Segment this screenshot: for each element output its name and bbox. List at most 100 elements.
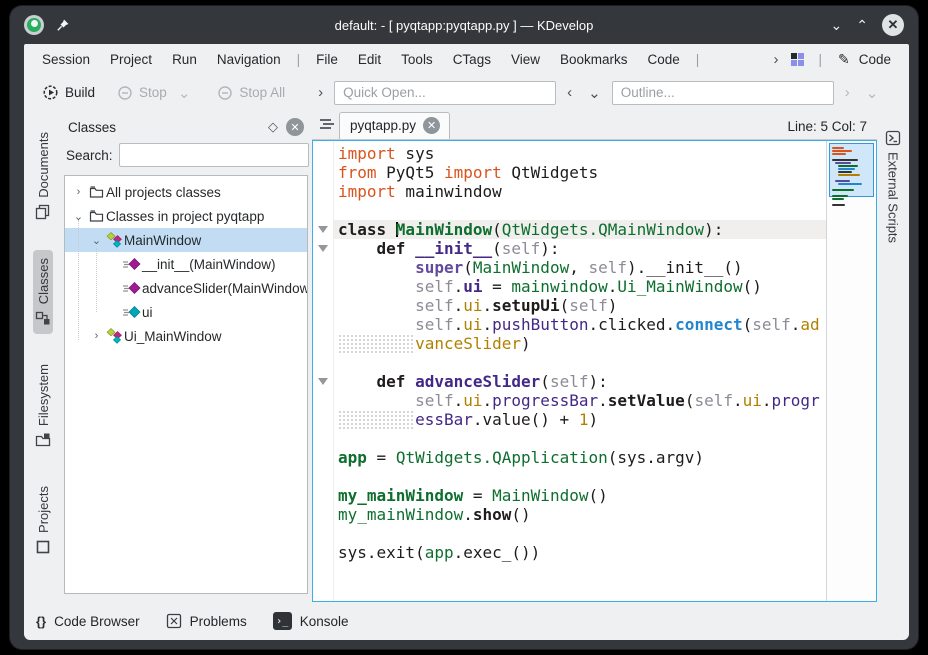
tree-item-ui-mainwindow[interactable]: ›Ui_MainWindow (65, 324, 307, 348)
sidebar-tab-projects[interactable]: Projects (33, 478, 53, 563)
tab-close-icon[interactable]: ✕ (423, 117, 440, 134)
menu-ctags[interactable]: CTags (443, 49, 501, 70)
build-button[interactable]: Build (34, 80, 103, 105)
tree-item-label: advanceSlider(MainWindow) (142, 281, 308, 296)
kdevelop-app-icon (24, 15, 44, 35)
tree-item-all-projects-classes[interactable]: ›All projects classes (65, 180, 307, 204)
code-line[interactable]: vanceSlider) (334, 334, 826, 353)
quick-open-back-chevron-icon[interactable]: ‹ (562, 84, 577, 101)
code-line[interactable] (334, 201, 826, 220)
code-token: import (338, 182, 396, 201)
stop-dropdown-chevron-icon[interactable]: ⌄ (173, 84, 196, 102)
code-line[interactable]: import mainwindow (334, 182, 826, 201)
menu-code-button[interactable]: ✎ Code (828, 48, 901, 71)
tree-expander-icon[interactable]: ⌄ (89, 234, 104, 247)
pin-icon[interactable] (56, 18, 70, 32)
menu-edit[interactable]: Edit (348, 49, 391, 70)
code-line-current[interactable]: class MainWindow(QtWidgets.QMainWindow): (334, 220, 826, 239)
toolview-button-problems[interactable]: Problems (166, 613, 247, 629)
menu-separator: | (690, 52, 706, 67)
menu-tools[interactable]: Tools (391, 49, 443, 70)
minimap-line (832, 195, 848, 197)
tree-item-mainwindow[interactable]: ⌄MainWindow (65, 228, 307, 252)
outline-input[interactable] (612, 81, 834, 105)
window-layout-grid-icon[interactable] (791, 53, 804, 66)
menu-project[interactable]: Project (100, 49, 162, 70)
sidebar-tab-classes[interactable]: Classes (33, 250, 53, 334)
fold-margin[interactable] (313, 141, 334, 601)
tree-item-advanceslider-mainwindow-[interactable]: advanceSlider(MainWindow) (65, 276, 307, 300)
code-line[interactable] (334, 467, 826, 486)
classes-search-input[interactable] (119, 143, 309, 167)
line-col-status: Line: 5 Col: 7 (787, 119, 873, 139)
code-line[interactable] (334, 429, 826, 448)
fold-cell (313, 163, 333, 182)
minimap-line (835, 162, 851, 164)
sidebar-tab-filesystem[interactable]: Filesystem (33, 356, 53, 456)
minimap[interactable] (826, 141, 876, 601)
code-line[interactable]: from PyQt5 import QtWidgets (334, 163, 826, 182)
code-token: show (473, 505, 512, 524)
code-line[interactable]: def advanceSlider(self): (334, 372, 826, 391)
code-line[interactable]: my_mainWindow = MainWindow() (334, 486, 826, 505)
menu-navigation[interactable]: Navigation (207, 49, 291, 70)
outline-forward-chevron-icon[interactable]: › (840, 84, 855, 101)
maximize-button[interactable]: ⌃ (856, 18, 868, 32)
code-line[interactable]: import sys (334, 144, 826, 163)
right-tab-external-scripts[interactable]: External Scripts (883, 122, 903, 251)
quick-open-down-chevron-icon[interactable]: ⌄ (583, 84, 606, 102)
fold-marker[interactable] (313, 239, 333, 258)
tree-expander-icon[interactable]: › (89, 330, 104, 342)
menu-view[interactable]: View (501, 49, 550, 70)
code-line[interactable]: self.ui = mainwindow.Ui_MainWindow() (334, 277, 826, 296)
tree-item-classes-in-project-pyqtapp[interactable]: ⌄Classes in project pyqtapp (65, 204, 307, 228)
sidebar-tab-documents[interactable]: Documents (33, 124, 53, 228)
stop-button[interactable]: Stop ⌄ (109, 80, 203, 106)
tree-item-ui[interactable]: ui (65, 300, 307, 324)
code-line[interactable] (334, 524, 826, 543)
code-line[interactable]: self.ui.setupUi(self) (334, 296, 826, 315)
code-line[interactable]: app = QtWidgets.QApplication(sys.argv) (334, 448, 826, 467)
code-token: . (791, 315, 801, 334)
menu-separator: | (291, 52, 307, 67)
tab-pyqtapp[interactable]: pyqtapp.py ✕ (339, 112, 450, 139)
menu-run[interactable]: Run (162, 49, 207, 70)
code-line[interactable]: self.ui.pushButton.clicked.connect(self.… (334, 315, 826, 334)
toolview-button-konsole[interactable]: ›_Konsole (273, 612, 349, 630)
code-line[interactable] (334, 353, 826, 372)
code-line[interactable]: my_mainWindow.show() (334, 505, 826, 524)
minimap-viewport[interactable] (829, 143, 874, 197)
close-button[interactable]: ✕ (882, 14, 904, 36)
menu-file[interactable]: File (306, 49, 348, 70)
outline-down-chevron-icon[interactable]: ⌄ (861, 84, 884, 102)
detach-diamond-icon[interactable]: ◇ (268, 119, 278, 135)
menu-bar-items: SessionProjectRunNavigation|FileEditTool… (32, 49, 705, 70)
tree-item--init-mainwindow-[interactable]: __init__(MainWindow) (65, 252, 307, 276)
fold-cell (313, 334, 333, 353)
panel-close-icon[interactable]: ✕ (286, 118, 304, 136)
menu-overflow-chevron-icon[interactable]: › (768, 51, 783, 68)
fold-marker[interactable] (313, 220, 333, 239)
menu-code[interactable]: Code (638, 49, 690, 70)
fold-marker[interactable] (313, 372, 333, 391)
minimize-button[interactable]: ⌄ (831, 18, 843, 32)
code-area[interactable]: import sysfrom PyQt5 import QtWidgetsimp… (334, 141, 826, 601)
quick-open-input[interactable] (334, 81, 556, 105)
code-line[interactable]: self.ui.progressBar.setValue(self.ui.pro… (334, 391, 826, 410)
code-line[interactable]: sys.exit(app.exec_()) (334, 543, 826, 562)
menu-bookmarks[interactable]: Bookmarks (550, 49, 638, 70)
stop-all-button[interactable]: Stop All (209, 81, 293, 105)
sidebar-tab-label: Filesystem (36, 364, 51, 426)
document-list-icon[interactable] (318, 117, 335, 132)
toolview-button-code-browser[interactable]: {}Code Browser (36, 614, 140, 629)
menu-session[interactable]: Session (32, 49, 100, 70)
code-line[interactable]: def __init__(self): (334, 239, 826, 258)
classes-tree: ›All projects classes⌄Classes in project… (64, 175, 308, 594)
toolbar-extender-chevron-icon[interactable]: › (313, 84, 328, 101)
code-token: ( (492, 239, 502, 258)
title-bar[interactable]: default: - [ pyqtapp:pyqtapp.py ] — KDev… (10, 6, 918, 44)
code-token: ui (463, 391, 482, 410)
tree-expander-icon[interactable]: › (71, 186, 86, 198)
code-line[interactable]: super(MainWindow, self).__init__() (334, 258, 826, 277)
code-line[interactable]: essBar.value() + 1) (334, 410, 826, 429)
